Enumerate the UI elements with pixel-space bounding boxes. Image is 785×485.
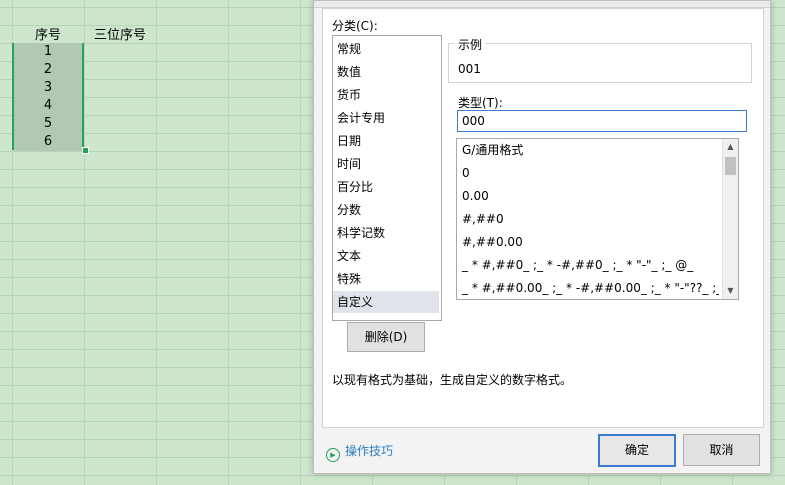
category-item-custom[interactable]: 自定义 xyxy=(333,291,439,313)
scrollbar-thumb[interactable] xyxy=(725,157,736,175)
cancel-button[interactable]: 取消 xyxy=(683,434,760,466)
sample-label: 示例 xyxy=(454,36,487,53)
type-item-0-00[interactable]: 0.00 xyxy=(457,185,719,207)
type-input[interactable] xyxy=(457,110,747,132)
category-item-fraction[interactable]: 分数 xyxy=(333,199,439,221)
category-list[interactable]: 常规 数值 货币 会计专用 日期 时间 百分比 分数 科学记数 文本 特殊 自定… xyxy=(332,35,442,321)
cell-seq-4[interactable]: 4 xyxy=(14,97,82,115)
type-item-accounting-decimals[interactable]: _ * #,##0.00_ ;_ * -#,##0.00_ ;_ * "-"??… xyxy=(457,277,719,299)
type-item-thousands-decimals[interactable]: #,##0.00 xyxy=(457,231,719,253)
category-item-accounting[interactable]: 会计专用 xyxy=(333,107,439,129)
ok-button[interactable]: 确定 xyxy=(598,434,676,467)
type-item-0[interactable]: 0 xyxy=(457,162,719,184)
category-item-date[interactable]: 日期 xyxy=(333,130,439,152)
cell-seq-1[interactable]: 1 xyxy=(14,43,82,61)
category-label: 分类(C): xyxy=(332,19,378,33)
type-item-accounting[interactable]: _ * #,##0_ ;_ * -#,##0_ ;_ * "-"_ ;_ @_ xyxy=(457,254,719,276)
category-item-percentage[interactable]: 百分比 xyxy=(333,176,439,198)
cell-seq-2[interactable]: 2 xyxy=(14,61,82,79)
cell-seq-3[interactable]: 3 xyxy=(14,79,82,97)
category-item-currency[interactable]: 货币 xyxy=(333,84,439,106)
category-item-general[interactable]: 常规 xyxy=(333,38,439,60)
chevron-up-icon[interactable]: ▲ xyxy=(723,140,738,154)
category-item-scientific[interactable]: 科学记数 xyxy=(333,222,439,244)
fill-handle[interactable] xyxy=(82,147,89,154)
play-circle-icon: ▶ xyxy=(326,448,340,462)
type-list-scrollbar[interactable]: ▲ ▼ xyxy=(722,139,738,299)
type-label: 类型(T): xyxy=(458,96,503,110)
category-item-text[interactable]: 文本 xyxy=(333,245,439,267)
number-format-panel: 分类(C): 常规 数值 货币 会计专用 日期 时间 百分比 分数 科学记数 文… xyxy=(322,8,764,428)
format-description: 以现有格式为基础，生成自定义的数字格式。 xyxy=(332,373,573,387)
delete-button[interactable]: 删除(D) xyxy=(347,322,425,352)
tips-link[interactable]: ▶ 操作技巧 xyxy=(326,442,393,462)
dialog-tab-strip[interactable] xyxy=(314,1,770,8)
column-header-seq[interactable]: 序号 xyxy=(12,24,84,43)
type-list[interactable]: G/通用格式 0 0.00 #,##0 #,##0.00 _ * #,##0_ … xyxy=(456,138,739,300)
category-item-special[interactable]: 特殊 xyxy=(333,268,439,290)
type-item-general[interactable]: G/通用格式 xyxy=(457,139,719,161)
column-header-three-digit-seq[interactable]: 三位序号 xyxy=(84,24,156,43)
category-item-time[interactable]: 时间 xyxy=(333,153,439,175)
sample-box xyxy=(448,43,752,83)
format-cells-dialog: 分类(C): 常规 数值 货币 会计专用 日期 时间 百分比 分数 科学记数 文… xyxy=(313,0,771,474)
sample-value: 001 xyxy=(458,62,481,76)
cell-seq-6[interactable]: 6 xyxy=(14,133,82,151)
cell-seq-5[interactable]: 5 xyxy=(14,115,82,133)
chevron-down-icon[interactable]: ▼ xyxy=(723,284,738,298)
category-item-number[interactable]: 数值 xyxy=(333,61,439,83)
tips-label[interactable]: 操作技巧 xyxy=(345,444,393,458)
type-item-thousands[interactable]: #,##0 xyxy=(457,208,719,230)
